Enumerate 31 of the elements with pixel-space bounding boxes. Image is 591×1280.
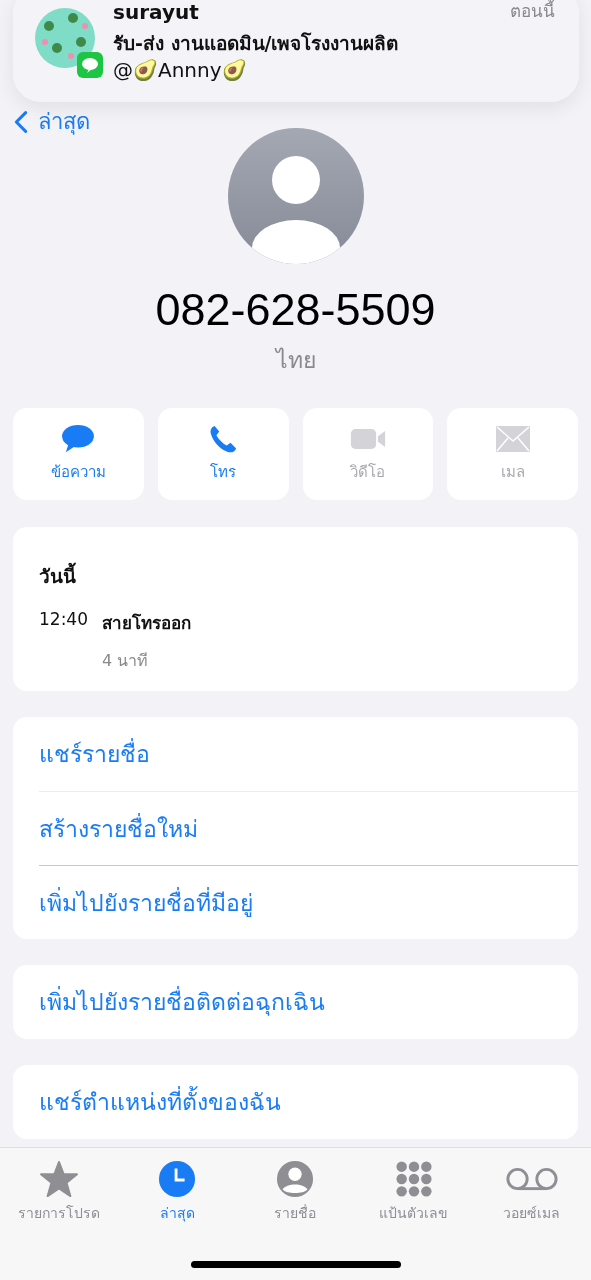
option-link[interactable]: เพิ่มไปยังรายชื่อติดต่อฉุกเฉิน bbox=[39, 965, 578, 1039]
option-link[interactable]: แชร์รายชื่อ bbox=[39, 717, 578, 791]
day-label: วันนี้ bbox=[39, 561, 552, 591]
option-link[interactable]: แชร์ตำแหน่งที่ตั้งของฉัน bbox=[39, 1065, 578, 1139]
call-type: สายโทรออก bbox=[102, 612, 191, 635]
notification-sender: @🥑Annny🥑 bbox=[113, 58, 248, 82]
clock-icon bbox=[158, 1160, 197, 1198]
call-button[interactable]: โทร bbox=[157, 408, 289, 500]
tab[interactable]: แป้นตัวเลข bbox=[358, 1160, 469, 1224]
star-icon bbox=[40, 1160, 79, 1198]
back-button[interactable]: ล่าสุด bbox=[14, 104, 90, 139]
tab[interactable]: ล่าสุด bbox=[122, 1160, 233, 1224]
tab[interactable]: รายการโปรด bbox=[4, 1160, 115, 1224]
notification-message: รับ-ส่ง งานแอดมิน/เพจโรงงานผลิต bbox=[113, 31, 400, 56]
chevron-left-icon bbox=[14, 109, 28, 134]
speech-bubble-icon bbox=[60, 424, 97, 454]
call-time: 12:40 bbox=[39, 609, 88, 631]
call-duration: 4 นาที bbox=[102, 650, 150, 672]
keypad-icon bbox=[394, 1160, 433, 1198]
avatar-icon bbox=[227, 128, 364, 264]
message-button[interactable]: ข้อความ bbox=[13, 408, 144, 500]
person-icon bbox=[276, 1160, 315, 1198]
country-label: ไทย bbox=[275, 346, 316, 375]
phone-number: 082-628-5509 bbox=[155, 284, 436, 336]
tab[interactable]: รายชื่อ bbox=[240, 1160, 351, 1224]
option-link[interactable]: เพิ่มไปยังรายชื่อที่มีอยู่ bbox=[39, 865, 578, 939]
chat-app-icon bbox=[77, 52, 103, 78]
tab[interactable]: วอยซ์เมล bbox=[476, 1160, 587, 1224]
notification-title: surayut bbox=[113, 0, 199, 24]
option-link[interactable]: สร้างรายชื่อใหม่ bbox=[39, 791, 578, 865]
envelope-icon bbox=[494, 424, 531, 454]
